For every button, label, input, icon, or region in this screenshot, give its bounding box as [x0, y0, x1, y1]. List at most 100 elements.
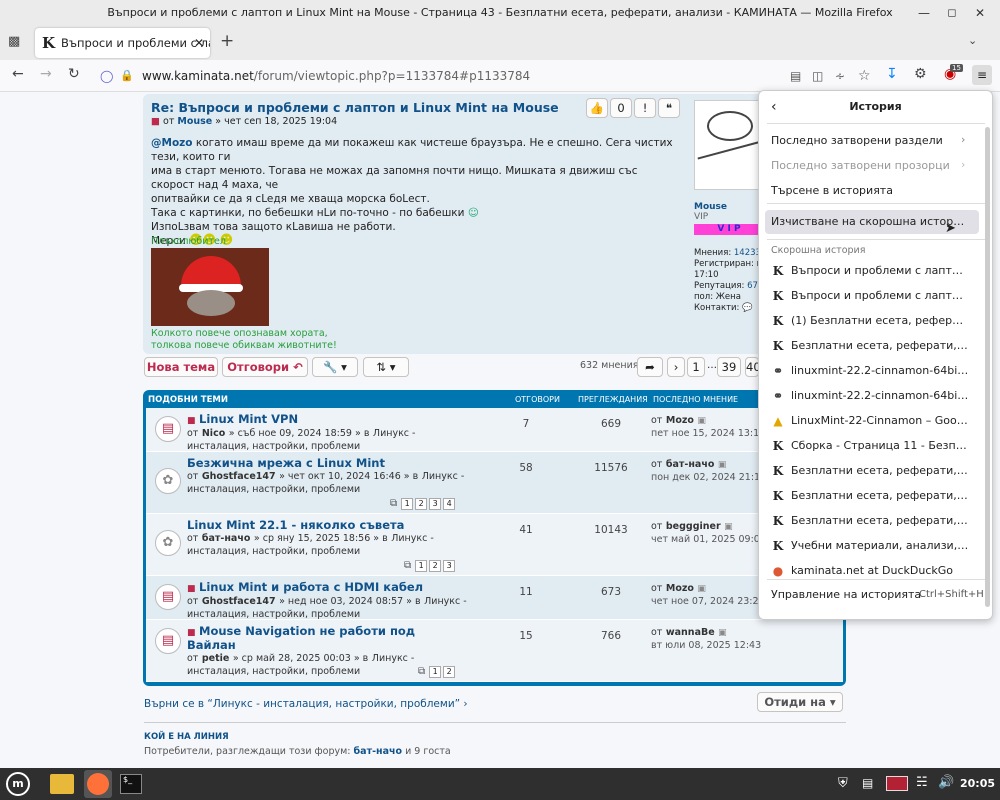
history-item[interactable]: Въпроси и проблеми с лаптоп и Li...: [791, 259, 969, 283]
post-author[interactable]: Mouse: [177, 116, 212, 127]
last-author[interactable]: Mozo: [666, 415, 694, 426]
page-link[interactable]: 2: [443, 666, 456, 678]
back-to-forum-link[interactable]: Върни се в “Линукс - инсталация, настрой…: [144, 698, 468, 710]
reader-view-icon[interactable]: ▤: [790, 63, 801, 89]
bookmark-star-icon[interactable]: ☆: [858, 63, 871, 89]
topic-author[interactable]: Ghostface147: [202, 596, 276, 607]
clock[interactable]: 20:05: [960, 777, 995, 790]
menu-icon[interactable]: ≡: [972, 65, 992, 85]
last-author[interactable]: Mozo: [666, 583, 694, 594]
forward-icon[interactable]: →: [40, 66, 52, 82]
shield-icon[interactable]: ⛨: [838, 776, 848, 791]
history-item[interactable]: (1) Безплатни есета, реферати, ана...: [791, 309, 969, 333]
page-link[interactable]: 2: [429, 560, 442, 572]
terminal-icon[interactable]: $_: [120, 774, 142, 794]
maximize-icon[interactable]: ◻: [940, 0, 964, 26]
last-author[interactable]: бат-начо: [666, 459, 715, 470]
page-link[interactable]: 2: [415, 498, 428, 510]
translate-icon[interactable]: ◫: [812, 63, 823, 89]
view-latest-icon[interactable]: ▣: [724, 522, 733, 532]
volume-icon[interactable]: 🔊: [938, 775, 954, 790]
mint-menu-icon[interactable]: m: [6, 772, 30, 796]
sort-button[interactable]: ⇅ ▾: [363, 357, 409, 377]
posts-value[interactable]: 14233: [734, 248, 761, 258]
tools-button[interactable]: 🔧 ▾: [312, 357, 358, 377]
history-item[interactable]: LinuxMint-22-Cinnamon – Google Д...: [791, 409, 969, 433]
topic-title[interactable]: Linux Mint VPN: [199, 412, 298, 426]
view-latest-icon[interactable]: ▣: [718, 628, 727, 638]
history-item[interactable]: Безплатни есета, реферати, анали...: [791, 509, 969, 533]
jump-to-page-button[interactable]: ➦: [637, 357, 663, 377]
topic-author[interactable]: Nico: [202, 428, 225, 439]
page-link[interactable]: 3: [443, 560, 456, 572]
page-link[interactable]: 1: [429, 666, 442, 678]
goto-button[interactable]: Отиди на ▾: [757, 692, 843, 712]
profile-name[interactable]: Mouse: [694, 202, 727, 212]
back-icon[interactable]: ←: [12, 66, 24, 82]
tab-active[interactable]: K Въпроси и проблеми с лап ✕: [35, 28, 210, 58]
online-label: Потребители, разглеждащи този форум:: [144, 746, 351, 757]
new-tab-icon[interactable]: +: [220, 31, 234, 51]
page-link[interactable]: 39: [717, 357, 741, 377]
reload-icon[interactable]: ↻: [68, 66, 80, 82]
clipboard-icon[interactable]: ▤: [862, 776, 873, 790]
new-topic-button[interactable]: Нова тема: [144, 357, 218, 377]
history-item[interactable]: Въпроси и проблеми с лаптоп и Li...: [791, 284, 969, 308]
downloads-icon[interactable]: ↧: [886, 66, 898, 82]
topic-author[interactable]: petie: [202, 653, 229, 664]
report-button[interactable]: !: [634, 98, 656, 118]
files-icon[interactable]: [50, 774, 74, 794]
search-history[interactable]: Търсене в историята: [771, 179, 971, 203]
view-latest-icon[interactable]: ▣: [697, 584, 706, 594]
like-button[interactable]: 👍: [586, 98, 608, 118]
page-link[interactable]: 1: [415, 560, 428, 572]
history-item[interactable]: linuxmint-22.2-cinnamon-64bit-respi...: [791, 384, 969, 408]
tab-list-icon[interactable]: ▩: [8, 34, 20, 49]
topic-title[interactable]: Linux Mint и работа с HDMI кабел: [199, 580, 423, 594]
last-author[interactable]: beggginer: [666, 521, 721, 532]
history-item[interactable]: Учебни материали, анализи, рефе...: [791, 534, 969, 558]
topic-title[interactable]: Mouse Navigation не работи под Вайлан: [187, 624, 415, 652]
recent-closed-windows[interactable]: Последно затворени прозорци: [771, 154, 971, 178]
history-item[interactable]: Безплатни есета, реферати, анали...: [791, 334, 969, 358]
lock-icon[interactable]: 🔒: [120, 63, 134, 89]
view-latest-icon[interactable]: ▣: [718, 460, 727, 470]
recent-closed-tabs[interactable]: Последно затворени раздели: [771, 129, 971, 153]
page-link[interactable]: 1: [687, 357, 705, 377]
topic-title[interactable]: Linux Mint 22.1 - няколко съвета: [187, 518, 404, 532]
mention-mozo[interactable]: @Mozo: [151, 137, 193, 149]
page-link[interactable]: 4: [443, 498, 456, 510]
avatar[interactable]: [694, 100, 764, 190]
online-rest: и 9 госта: [405, 746, 451, 757]
page-link[interactable]: 1: [401, 498, 414, 510]
reply-button[interactable]: Отговори ↶: [222, 357, 308, 377]
prev-page-button[interactable]: ›: [667, 357, 685, 377]
topic-author[interactable]: Ghostface147: [202, 471, 276, 482]
contact-icon[interactable]: 💬: [742, 303, 753, 313]
shield-icon[interactable]: ◯: [100, 63, 113, 89]
chevron-down-icon[interactable]: ⌄: [968, 34, 977, 47]
rss-icon[interactable]: ∻: [835, 63, 845, 89]
topic-status-icon: ✿: [155, 468, 181, 494]
history-item[interactable]: Безплатни есета, реферати, анали...: [791, 459, 969, 483]
post-title[interactable]: Re: Въпроси и проблеми с лаптоп и Linux …: [151, 100, 559, 115]
tab-close-icon[interactable]: ✕: [194, 28, 204, 58]
page-link[interactable]: 40: [745, 357, 759, 377]
last-author[interactable]: wannaBe: [666, 627, 715, 638]
network-icon[interactable]: ☵: [916, 775, 928, 790]
minimize-icon[interactable]: —: [912, 0, 936, 26]
page-link[interactable]: 3: [429, 498, 442, 510]
keyboard-layout-icon[interactable]: [886, 776, 908, 791]
view-latest-icon[interactable]: ▣: [697, 416, 706, 426]
url-bar[interactable]: ◯ 🔒 www.kaminata.net/forum/viewtopic.php…: [92, 63, 871, 89]
topic-author[interactable]: бат-начо: [202, 533, 251, 544]
extensions-icon[interactable]: ⚙: [914, 66, 927, 82]
history-item[interactable]: Сборка - Страница 11 - Безплатни ...: [791, 434, 969, 458]
history-item[interactable]: Безплатни есета, реферати, анали...: [791, 484, 969, 508]
quote-button[interactable]: ❝: [658, 98, 680, 118]
scrollbar[interactable]: [985, 127, 990, 607]
topic-title[interactable]: Безжична мрежа с Linux Mint: [187, 456, 385, 470]
online-user[interactable]: бат-начо: [354, 746, 403, 757]
history-item[interactable]: linuxmint-22.2-cinnamon-64bit-respi...: [791, 359, 969, 383]
close-icon[interactable]: ✕: [968, 0, 992, 26]
